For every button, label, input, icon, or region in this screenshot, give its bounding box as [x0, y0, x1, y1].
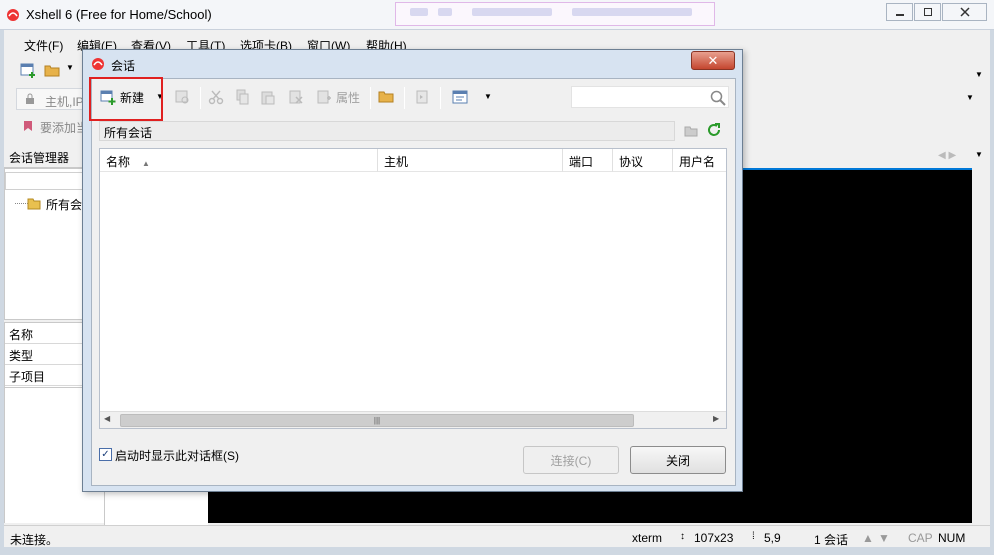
refresh-icon[interactable] — [706, 122, 722, 138]
window-bottom-edge — [0, 547, 994, 555]
column-header-port[interactable]: 端口 — [563, 149, 613, 172]
delete-button[interactable] — [288, 85, 304, 109]
session-path-bar: 所有会话 — [99, 121, 675, 141]
cut-button[interactable] — [208, 85, 224, 109]
paste-icon — [261, 91, 275, 105]
address-dropdown-icon[interactable]: ▼ — [966, 93, 974, 102]
session-search-input[interactable] — [571, 86, 729, 108]
list-view-icon — [452, 90, 468, 104]
terminal-type: xterm — [632, 531, 662, 545]
status-bar: 未连接。 xterm ↕ 107x23 ⁞ 5,9 1 会话 ▲ ▼ CAP N… — [4, 525, 990, 547]
properties-icon — [317, 90, 331, 104]
copy-icon — [236, 89, 249, 105]
lock-icon — [26, 93, 34, 104]
close-button[interactable]: 关闭 — [630, 446, 726, 474]
column-header-host[interactable]: 主机 — [378, 149, 563, 172]
xshell-logo-icon — [7, 9, 19, 21]
view-mode-button[interactable] — [452, 85, 468, 109]
tab-menu-icon[interactable]: ▼ — [975, 150, 983, 159]
dialog-close-button[interactable]: ✕ — [691, 51, 735, 70]
column-header-username[interactable]: 用户名 — [673, 149, 726, 172]
tab-nav-arrows-icon[interactable]: ◀ ▶ — [938, 150, 956, 161]
add-bar-text: 要添加当 — [40, 121, 89, 135]
main-toolbar: ▼ — [18, 60, 78, 82]
window-title: Xshell 6 (Free for Home/School) — [26, 7, 212, 22]
maximize-button[interactable] — [914, 3, 941, 21]
export-button[interactable] — [414, 85, 430, 109]
restore-icon — [923, 8, 932, 16]
session-path: 所有会话 — [104, 126, 153, 140]
dialog-toolbar: 新建 ▼ 属性 ▼ — [98, 85, 578, 111]
scroll-right-icon[interactable]: ▶ — [713, 414, 719, 423]
chevron-down-icon[interactable]: ▼ — [66, 63, 74, 72]
window-close-button[interactable] — [942, 3, 987, 21]
terminal-scrollbar[interactable] — [972, 168, 990, 523]
scissors-icon — [208, 90, 224, 105]
column-header-protocol[interactable]: 协议 — [613, 149, 673, 172]
checkbox-checked[interactable]: ✓ — [99, 448, 112, 461]
address-placeholder: 主机,IP — [45, 95, 84, 109]
session-list: 名称 ▲ 主机 端口 协议 用户名 — [99, 148, 727, 429]
view-dropdown-icon[interactable]: ▼ — [484, 92, 492, 101]
copy-button[interactable] — [234, 85, 250, 109]
resize-icon: ↕ — [680, 531, 685, 542]
toolbar-separator — [370, 87, 371, 109]
cursor-icon: ⁞ — [752, 531, 755, 542]
dialog-title: 会话 — [111, 59, 136, 73]
open-folder-button[interactable] — [378, 85, 394, 109]
startup-checkbox-label: 启动时显示此对话框(S) — [115, 449, 239, 463]
faded-overlay — [395, 2, 715, 26]
minimize-button[interactable] — [886, 3, 913, 21]
close-icon — [959, 7, 970, 17]
open-folder-icon[interactable] — [44, 63, 60, 77]
tree-search-input[interactable] — [5, 172, 85, 190]
properties-button[interactable]: 属性 — [316, 85, 360, 109]
highlight-box — [89, 77, 163, 121]
xshell-logo-icon — [92, 58, 104, 70]
address-bar[interactable]: 主机,IP — [16, 88, 86, 110]
new-folder-icon[interactable] — [684, 124, 698, 138]
arrow-down-icon: ▼ — [878, 531, 890, 545]
toolbar-separator — [404, 87, 405, 109]
new-session-icon[interactable] — [20, 62, 36, 78]
session-manager-title: 会话管理器 — [9, 151, 70, 165]
caps-lock-indicator: CAP — [908, 531, 933, 545]
paste-button[interactable] — [260, 85, 276, 109]
toolbar-separator — [200, 87, 201, 109]
session-count: 1 会话 — [814, 533, 849, 547]
connect-button[interactable]: 连接(C) — [523, 446, 619, 474]
horizontal-scrollbar[interactable]: ◀ ||| ▶ — [100, 411, 726, 428]
menu-file[interactable]: 文件(F) — [24, 37, 63, 54]
close-icon: ✕ — [707, 52, 719, 68]
bookmark-icon — [24, 121, 32, 131]
cursor-position: 5,9 — [764, 531, 781, 545]
dialog-titlebar: 会话 ✕ — [83, 50, 742, 76]
connection-status: 未连接。 — [10, 533, 59, 547]
session-icon — [175, 90, 189, 104]
connect-toolbar-button[interactable] — [174, 85, 190, 109]
terminal-size: 107x23 — [694, 531, 734, 545]
search-icon — [710, 90, 726, 106]
column-header-name[interactable]: 名称 ▲ — [100, 149, 378, 172]
folder-icon — [378, 91, 394, 103]
folder-icon — [27, 198, 41, 210]
export-icon — [416, 90, 428, 104]
toolbar-overflow-icon[interactable]: ▼ — [975, 70, 983, 79]
main-titlebar: Xshell 6 (Free for Home/School) — [0, 0, 994, 30]
scroll-left-icon[interactable]: ◀ — [104, 414, 110, 423]
sort-ascending-icon: ▲ — [142, 159, 150, 168]
toolbar-separator — [440, 87, 441, 109]
properties-label: 属性 — [336, 90, 361, 105]
arrow-up-icon: ▲ — [862, 531, 874, 545]
minimize-icon — [895, 14, 904, 16]
num-lock-indicator: NUM — [938, 531, 966, 545]
scroll-thumb[interactable]: ||| — [120, 414, 634, 427]
delete-icon — [289, 90, 303, 104]
